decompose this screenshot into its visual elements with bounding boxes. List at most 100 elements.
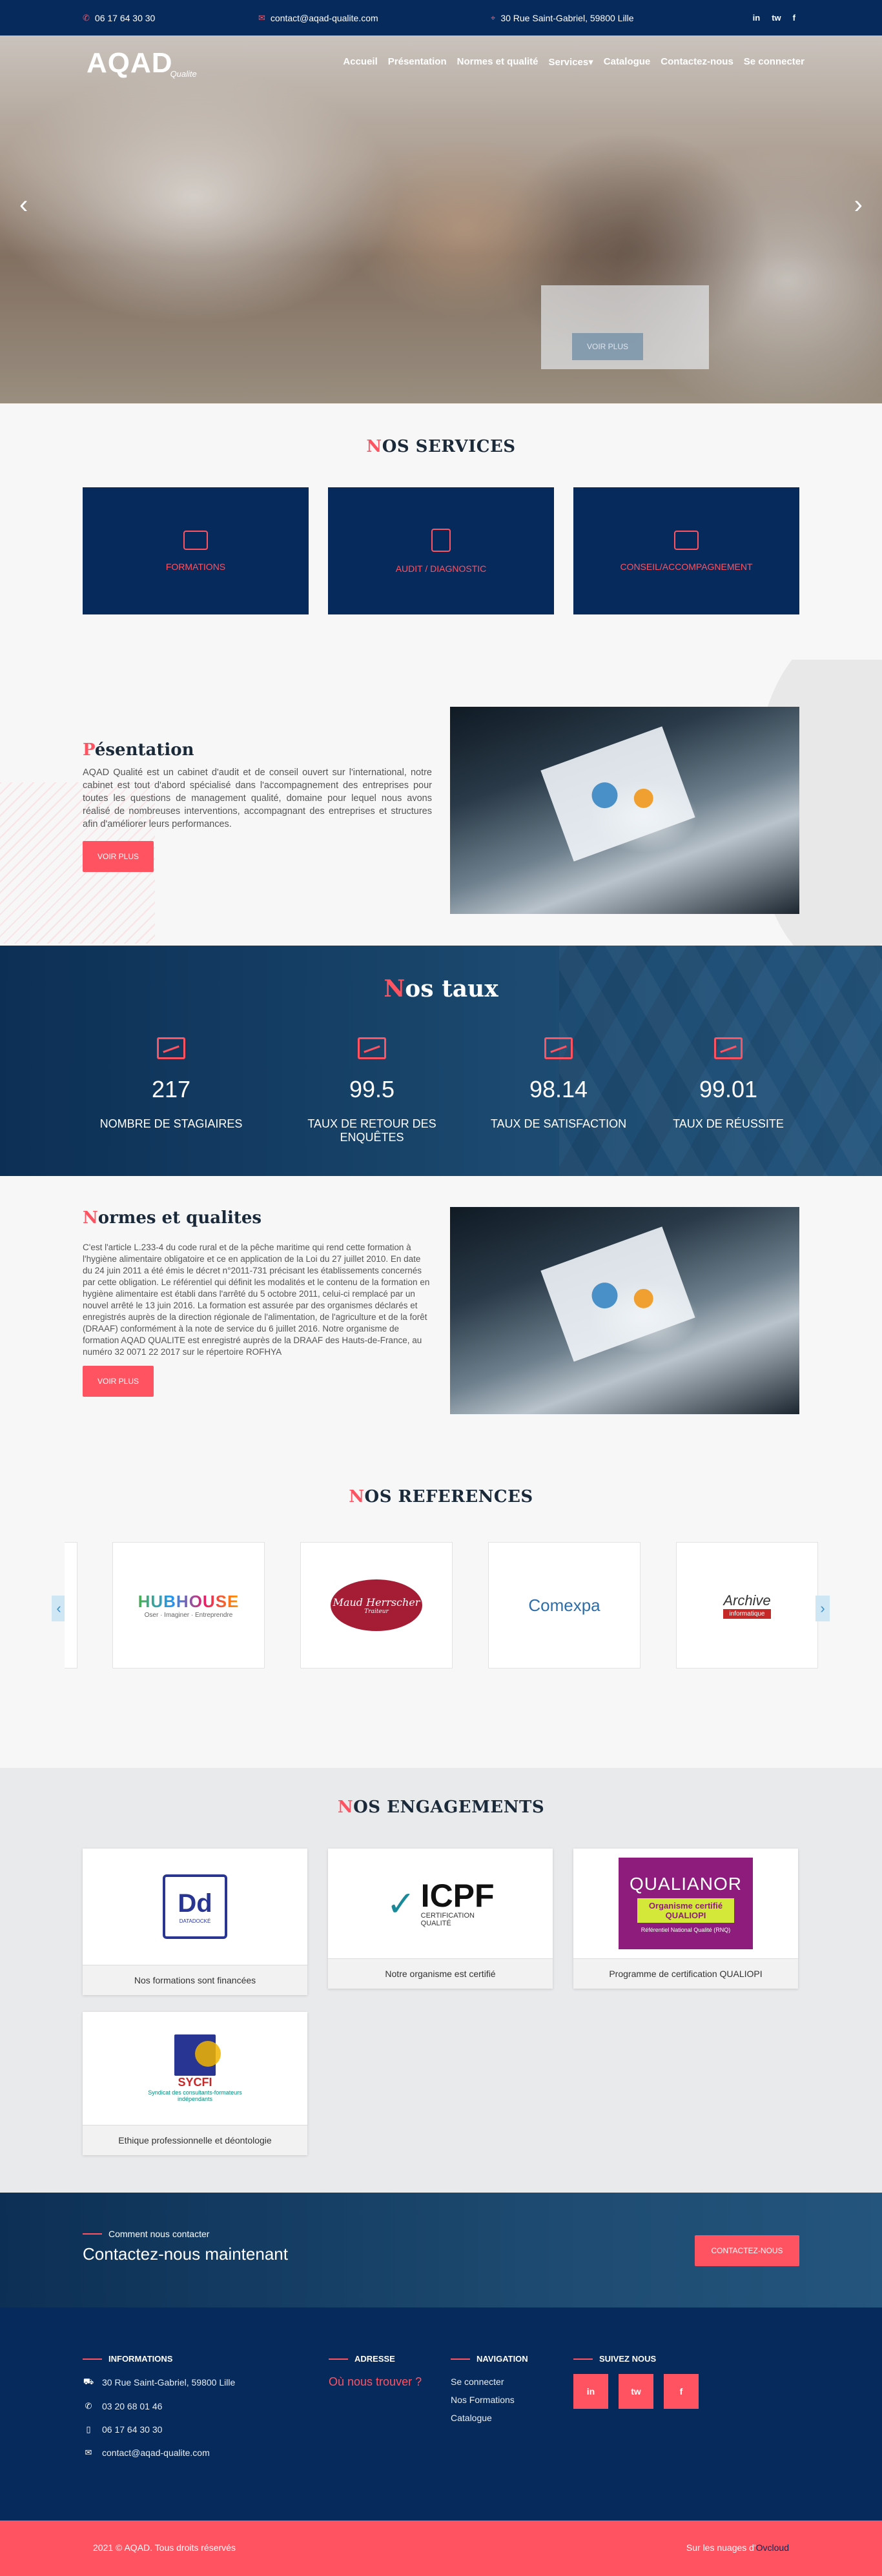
footer-social-column: SUIVEZ NOUS in tw f — [573, 2354, 699, 2409]
facebook-icon[interactable]: f — [664, 2374, 699, 2409]
service-label: CONSEIL/ACCOMPAGNEMENT — [620, 561, 753, 572]
footer-link-login[interactable]: Se connecter — [451, 2377, 528, 2387]
hero-voir-plus-button[interactable]: VOIR PLUS — [572, 333, 643, 360]
contact-title: Contactez-nous maintenant — [83, 2244, 288, 2264]
footer-email[interactable]: ✉ contact@aqad-qualite.com — [83, 2448, 235, 2458]
service-card-audit[interactable]: AUDIT / DIAGNOSTIC — [328, 487, 554, 614]
stat-stagiaires: 217 NOMBRE DE STAGIAIRES — [74, 1037, 268, 1131]
reference-card-comexpa[interactable]: Comexpa — [488, 1542, 641, 1668]
footer-nav-heading: NAVIGATION — [451, 2354, 528, 2364]
sycfi-label: SYCFI — [178, 2076, 212, 2089]
datadock-label: DATADOCKÉ — [179, 1918, 211, 1924]
normes-voir-plus-button[interactable]: VOIR PLUS — [83, 1366, 154, 1397]
hero-caption-card: VOIR PLUS — [541, 285, 709, 369]
datadock-logo: Dd DATADOCKÉ — [83, 1849, 307, 1965]
stat-label: NOMBRE DE STAGIAIRES — [99, 1117, 243, 1130]
stat-value: 98.14 — [529, 1076, 588, 1102]
service-label: AUDIT / DIAGNOSTIC — [395, 563, 487, 574]
presentation-photo — [450, 707, 799, 914]
nav-contact[interactable]: Contactez-nous — [661, 56, 733, 68]
logo-sub: Qualite — [170, 69, 197, 79]
email-info[interactable]: ✉ contact@aqad-qualite.com — [258, 13, 378, 23]
address-info[interactable]: ⌖ 30 Rue Saint-Gabriel, 59800 Lille — [491, 13, 634, 23]
car-icon: ⛟ — [83, 2377, 94, 2386]
engagement-card-icpf[interactable]: ✓ ICPF CERTIFICATION QUALITÉ Notre organ… — [328, 1849, 553, 1989]
references-next-icon[interactable]: › — [815, 1596, 830, 1621]
footer-link-catalogue[interactable]: Catalogue — [451, 2413, 528, 2423]
twitter-icon[interactable]: tw — [772, 13, 781, 23]
photo-document — [540, 726, 695, 862]
comexpa-logo: Comexpa — [528, 1595, 600, 1615]
footer-social-heading: SUIVEZ NOUS — [573, 2354, 699, 2364]
hubhouse-tagline: Oser · Imaginer · Entreprendre — [144, 1612, 233, 1619]
carousel-next-icon[interactable]: › — [854, 190, 863, 219]
phone-icon: ✆ — [85, 2401, 92, 2411]
chart-line-icon — [544, 1037, 573, 1059]
engagements-title: NOS ENGAGEMENTS — [337, 1798, 545, 1817]
stats-title: Nos taux — [384, 975, 498, 1002]
stat-label: TAUX DE RÉUSSITE — [673, 1117, 784, 1130]
stats-section: Nos taux 217 NOMBRE DE STAGIAIRES 99.5 T… — [0, 946, 882, 1176]
nav-catalogue[interactable]: Catalogue — [604, 56, 651, 68]
facebook-icon[interactable]: f — [793, 13, 795, 23]
main-nav: Accueil Présentation Normes et qualité S… — [343, 56, 805, 68]
engagement-card-datadock[interactable]: Dd DATADOCKÉ Nos formations sont financé… — [83, 1849, 307, 1995]
footer-info-heading: INFORMATIONS — [83, 2354, 235, 2364]
presentation-voir-plus-button[interactable]: VOIR PLUS — [83, 841, 154, 872]
phone-info[interactable]: ✆ 06 17 64 30 30 — [83, 13, 155, 23]
hosting-credit: Sur les nuages d'Ovcloud — [686, 2542, 789, 2553]
mail-icon: ✉ — [85, 2448, 92, 2457]
icpf-label: ICPF — [420, 1878, 495, 1914]
chart-line-icon — [358, 1037, 386, 1059]
topbar-socials: in tw f — [753, 13, 795, 23]
footer-address-column: ADRESSE Où nous trouver ? — [329, 2354, 422, 2389]
stat-value: 217 — [151, 1076, 191, 1102]
linkedin-icon[interactable]: in — [573, 2374, 608, 2409]
mobile-icon: ▯ — [86, 2424, 91, 2434]
engagement-card-sycfi[interactable]: SYCFI Syndicat des consultants-formateur… — [83, 2012, 307, 2155]
phone-text: 06 17 64 30 30 — [94, 12, 156, 23]
presentation-title: Pésentation — [83, 740, 194, 760]
normes-title: Normes et qualites — [83, 1208, 262, 1228]
footer-map-link[interactable]: Où nous trouver ? — [329, 2375, 422, 2389]
logo[interactable]: AQAD Qualite — [87, 47, 197, 79]
footer-mobile[interactable]: ▯ 06 17 64 30 30 — [83, 2424, 235, 2435]
footer-phone[interactable]: ✆ 03 20 68 01 46 — [83, 2401, 235, 2411]
logo-main: AQAD — [87, 47, 173, 79]
carousel-prev-icon[interactable]: ‹ — [19, 190, 28, 219]
nav-presentation[interactable]: Présentation — [388, 56, 447, 68]
linkedin-icon[interactable]: in — [753, 13, 761, 23]
email-text: contact@aqad-qualite.com — [270, 12, 378, 23]
reference-card-herrscher[interactable]: Maud Herrscher Traiteur — [300, 1542, 453, 1668]
archive-logo: Archive — [723, 1592, 771, 1608]
twitter-icon[interactable]: tw — [619, 2374, 653, 2409]
contact-button[interactable]: CONTACTEZ-NOUS — [695, 2235, 799, 2266]
nav-normes[interactable]: Normes et qualité — [457, 56, 538, 68]
hero-overlay — [0, 35, 882, 403]
herrscher-logo: Maud Herrscher — [333, 1596, 420, 1608]
references-section: NOS REFERENCES ‹ HUBHOUSE Oser · Imagine… — [0, 1473, 882, 1768]
reference-card-archive[interactable]: Archive informatique — [676, 1542, 818, 1668]
accent-line — [83, 2233, 102, 2235]
nav-accueil[interactable]: Accueil — [343, 56, 377, 68]
reference-card-partial — [65, 1542, 77, 1668]
footer-nav-column: NAVIGATION Se connecter Nos Formations C… — [451, 2354, 528, 2423]
references-prev-icon[interactable]: ‹ — [52, 1596, 66, 1621]
reference-card-hubhouse[interactable]: HUBHOUSE Oser · Imaginer · Entreprendre — [112, 1542, 265, 1668]
engagement-caption: Nos formations sont financées — [83, 1965, 307, 1995]
photo-document — [540, 1226, 695, 1362]
nav-services[interactable]: Services▾ — [549, 56, 593, 68]
service-card-formations[interactable]: FORMATIONS — [83, 487, 309, 614]
footer-link-formations[interactable]: Nos Formations — [451, 2395, 528, 2405]
engagement-card-qualianor[interactable]: QUALIANOR Organisme certifié QUALIOPI Ré… — [573, 1849, 798, 1989]
nav-login[interactable]: Se connecter — [744, 56, 805, 68]
service-card-conseil[interactable]: CONSEIL/ACCOMPAGNEMENT — [573, 487, 799, 614]
ovcloud-link[interactable]: Ovcloud — [756, 2542, 789, 2553]
footer-socials: in tw f — [573, 2374, 699, 2409]
phone-icon: ✆ — [83, 12, 90, 23]
chart-line-icon — [157, 1037, 185, 1059]
presentation-paragraph: AQAD Qualité est un cabinet d'audit et d… — [83, 767, 432, 829]
footer-info-column: INFORMATIONS ⛟ 30 Rue Saint-Gabriel, 5980… — [83, 2354, 235, 2458]
engagements-section: NOS ENGAGEMENTS Dd DATADOCKÉ Nos formati… — [0, 1768, 882, 2193]
hero-carousel: AQAD Qualite Accueil Présentation Normes… — [0, 35, 882, 403]
